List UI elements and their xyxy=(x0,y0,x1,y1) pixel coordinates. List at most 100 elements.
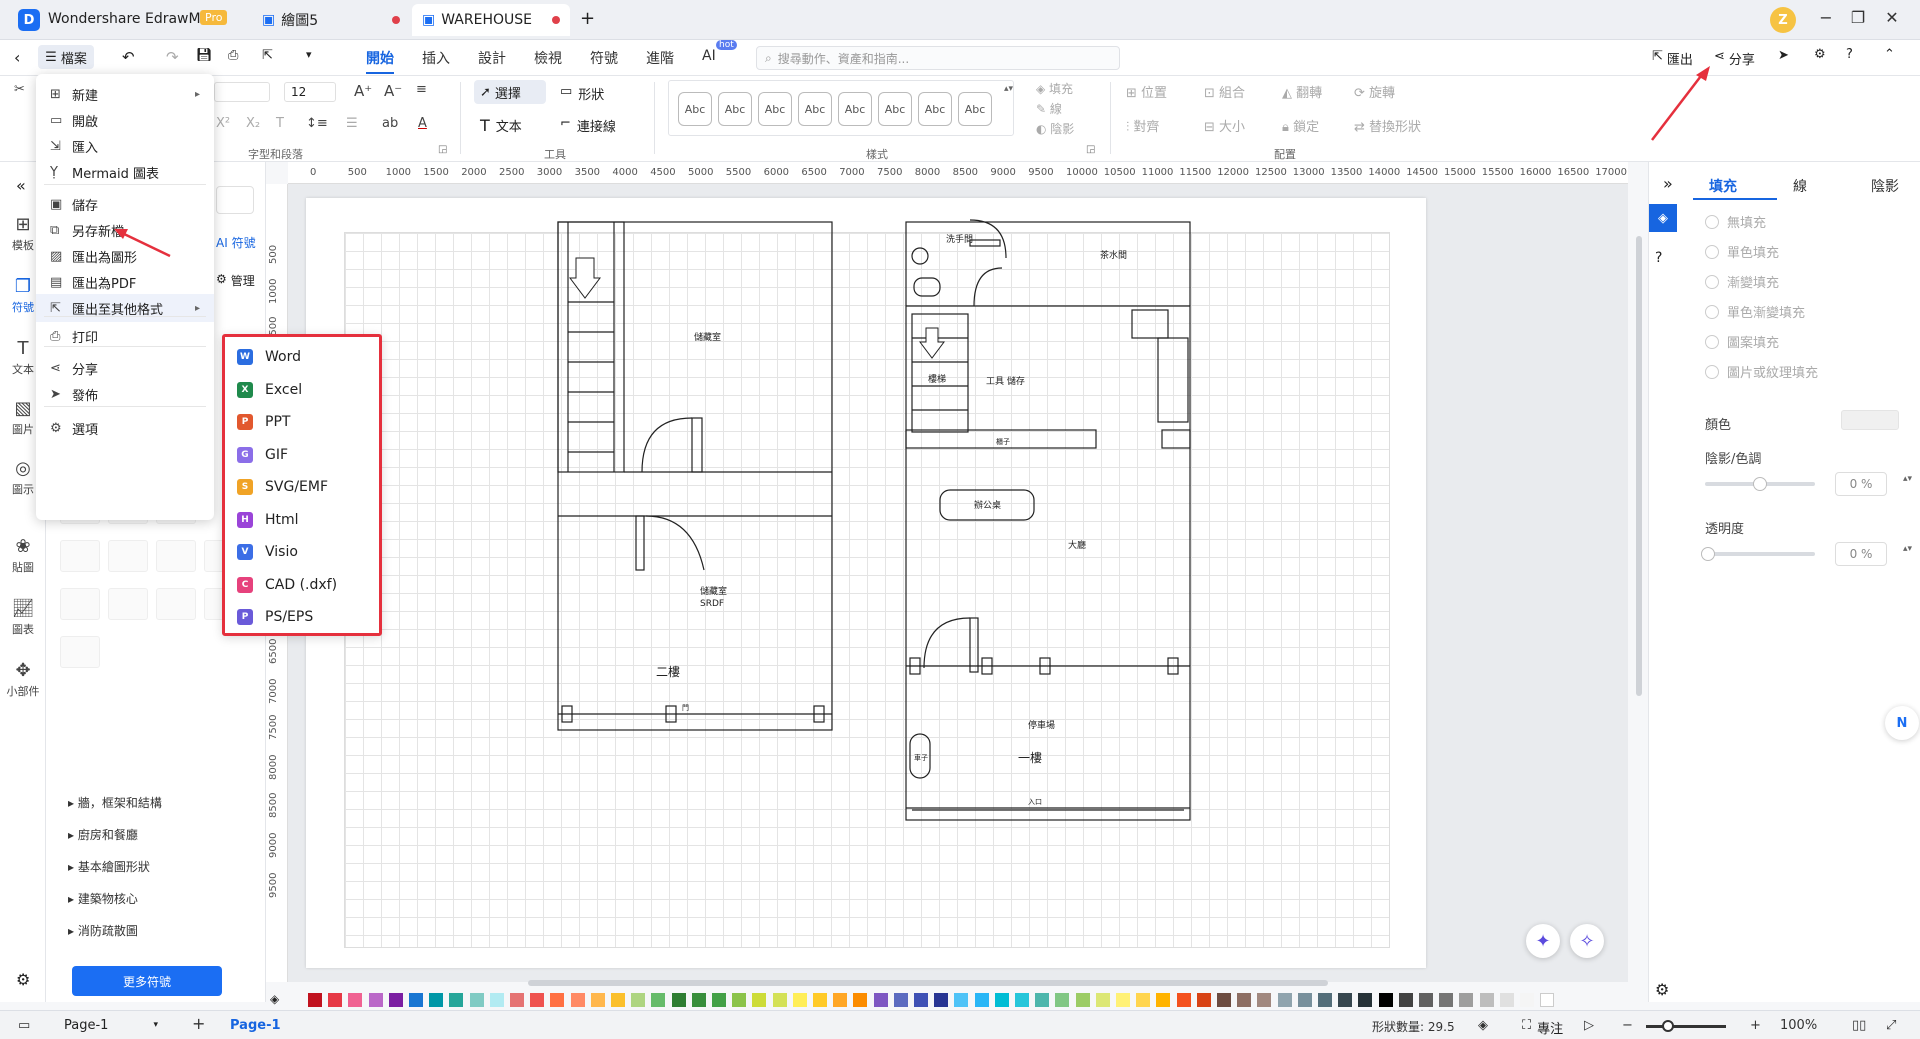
file-menu-item[interactable]: ⚙ 選項 xyxy=(36,414,214,442)
tab-design[interactable]: 設計 xyxy=(478,48,506,68)
fill-none-option[interactable]: 無填充 xyxy=(1705,212,1766,231)
font-size-select[interactable]: 12 xyxy=(284,82,336,102)
canvas[interactable]: 儲藏室 儲藏室 SRDF 二樓 樓梯 洗手間 茶水間 工具 儲存 辦公桌 大廳 … xyxy=(288,184,1642,986)
add-page-icon[interactable]: + xyxy=(192,1014,205,1033)
help-icon[interactable]: ? xyxy=(1655,250,1662,266)
export-format-item[interactable]: P PPT xyxy=(225,406,379,438)
gallery-scroll-icon[interactable]: ▴▾ xyxy=(1004,84,1013,94)
align-button[interactable]: ⫶ 對齊 xyxy=(1126,116,1159,135)
more-icon[interactable]: ▾ xyxy=(306,48,312,61)
select-button[interactable]: ➚ 選擇 xyxy=(474,80,546,104)
connector-button[interactable]: ⌐ 連接線 xyxy=(560,116,616,135)
stepper-icon[interactable]: ▴▾ xyxy=(1903,544,1912,554)
symbol-shape[interactable] xyxy=(108,540,148,572)
category-basic-shapes[interactable]: ▸ 基本繪圖形狀 xyxy=(68,858,150,875)
superscript-icon[interactable]: X² xyxy=(216,116,230,131)
ai-helper-icon[interactable]: N xyxy=(1885,706,1919,740)
new-tab-button[interactable]: + xyxy=(580,8,595,29)
color-swatch[interactable] xyxy=(1520,993,1534,1007)
align-text-icon[interactable]: ≡ xyxy=(416,82,427,97)
file-menu-item[interactable]: ▭ 開啟 xyxy=(36,106,214,134)
color-swatch[interactable] xyxy=(1015,993,1029,1007)
color-swatch[interactable] xyxy=(772,993,787,1007)
color-swatch[interactable] xyxy=(570,993,585,1007)
page-tab[interactable]: Page-1 xyxy=(230,1018,281,1033)
second-floor-walls[interactable] xyxy=(557,221,833,731)
export-format-item[interactable]: P PS/EPS xyxy=(225,601,379,633)
transparency-slider[interactable] xyxy=(1701,547,1815,561)
style-sample[interactable]: Abc xyxy=(878,92,912,126)
tab-fill[interactable]: 填充 xyxy=(1709,176,1737,196)
unsaved-dot-icon[interactable] xyxy=(552,16,560,24)
cut-icon[interactable]: ✂ xyxy=(14,82,25,97)
export-format-item[interactable]: V Visio xyxy=(225,536,379,568)
color-swatch[interactable] xyxy=(752,993,767,1007)
focus-button[interactable]: ⛶ 專注 xyxy=(1522,1018,1563,1037)
help-icon[interactable]: ? xyxy=(1846,47,1853,62)
slider-handle[interactable] xyxy=(1662,1020,1674,1032)
style-sample[interactable]: Abc xyxy=(718,92,752,126)
color-swatch[interactable] xyxy=(1075,993,1090,1007)
layers-icon[interactable]: ◈ xyxy=(1478,1018,1488,1033)
file-menu-item[interactable]: ⇱ 匯出至其他格式 ▸ xyxy=(36,294,214,322)
color-swatch[interactable] xyxy=(1035,993,1050,1007)
rail-charts[interactable]: 📈︎ 圖表 xyxy=(0,598,46,637)
style-sample[interactable]: Abc xyxy=(678,92,712,126)
ai-symbol-link[interactable]: AI 符號 xyxy=(216,234,256,251)
floor-plan[interactable]: 儲藏室 儲藏室 SRDF 二樓 樓梯 洗手間 茶水間 工具 儲存 辦公桌 大廳 … xyxy=(306,198,1426,968)
slider-handle[interactable] xyxy=(1753,477,1767,491)
tab-advanced[interactable]: 進階 xyxy=(646,48,674,68)
color-swatch[interactable] xyxy=(550,993,565,1007)
color-swatch[interactable] xyxy=(1358,993,1373,1007)
ai-assist-icon[interactable]: ✦ xyxy=(1526,924,1560,958)
symbol-search-input[interactable] xyxy=(216,186,254,214)
minimize-icon[interactable]: − xyxy=(1814,8,1838,27)
color-swatch[interactable] xyxy=(368,993,383,1007)
transparency-input[interactable]: 0 % xyxy=(1835,542,1887,566)
color-swatch[interactable] xyxy=(611,993,625,1007)
category-evacuation[interactable]: ▸ 消防疏散圖 xyxy=(68,922,138,939)
color-swatch[interactable] xyxy=(1540,993,1555,1007)
sparkle-icon[interactable]: ✧ xyxy=(1570,924,1604,958)
color-swatch[interactable] xyxy=(1176,993,1191,1007)
zoom-out-icon[interactable]: − xyxy=(1622,1018,1633,1033)
export-format-item[interactable]: C CAD (.dxf) xyxy=(225,569,379,601)
fill-solid-option[interactable]: 單色填充 xyxy=(1705,242,1779,261)
color-swatch[interactable] xyxy=(914,993,928,1007)
font-dialog-icon[interactable]: ◲ xyxy=(438,144,447,155)
style-sample[interactable]: Abc xyxy=(838,92,872,126)
close-icon[interactable]: ✕ xyxy=(1880,8,1904,27)
color-swatch[interactable] xyxy=(873,993,888,1007)
color-swatch[interactable] xyxy=(590,993,605,1007)
color-swatch[interactable] xyxy=(1055,993,1070,1007)
zoom-in-icon[interactable]: + xyxy=(1750,1018,1761,1033)
color-swatch[interactable] xyxy=(388,993,403,1007)
file-menu-item[interactable]: ➤ 發佈 xyxy=(36,380,214,408)
color-swatch[interactable] xyxy=(530,993,545,1007)
zoom-slider[interactable] xyxy=(1646,1020,1726,1032)
fill-bucket-icon[interactable]: ◈ xyxy=(270,992,279,1006)
symbol-shape[interactable] xyxy=(60,588,100,620)
color-swatch[interactable] xyxy=(994,993,1009,1007)
line-spacing-icon[interactable]: ↕≡ xyxy=(306,116,328,131)
first-floor-staircase[interactable] xyxy=(911,313,969,433)
collapse-ribbon-icon[interactable]: ⌃ xyxy=(1884,47,1895,62)
export-format-item[interactable]: H Html xyxy=(225,504,379,536)
color-swatch[interactable] xyxy=(1257,993,1272,1007)
subscript-icon[interactable]: X₂ xyxy=(246,116,260,131)
color-swatch[interactable] xyxy=(429,993,444,1007)
stepper-icon[interactable]: ▴▾ xyxy=(1903,474,1912,484)
color-swatch[interactable] xyxy=(469,993,484,1007)
symbol-shape[interactable] xyxy=(108,588,148,620)
category-kitchen[interactable]: ▸ 廚房和餐廳 xyxy=(68,826,138,843)
color-swatch[interactable] xyxy=(1479,993,1494,1007)
style-dialog-icon[interactable]: ◲ xyxy=(1086,144,1095,155)
fill-gradient-option[interactable]: 漸變填充 xyxy=(1705,272,1779,291)
export-format-item[interactable]: S SVG/EMF xyxy=(225,471,379,503)
text-button[interactable]: T 文本 xyxy=(480,116,522,135)
group-button[interactable]: ⊡ 組合 xyxy=(1204,82,1245,101)
color-swatch[interactable] xyxy=(1136,993,1151,1007)
style-sample[interactable]: Abc xyxy=(798,92,832,126)
category-building-core[interactable]: ▸ 建築物核心 xyxy=(68,890,138,907)
line-button[interactable]: ✎ 線 xyxy=(1036,100,1062,117)
